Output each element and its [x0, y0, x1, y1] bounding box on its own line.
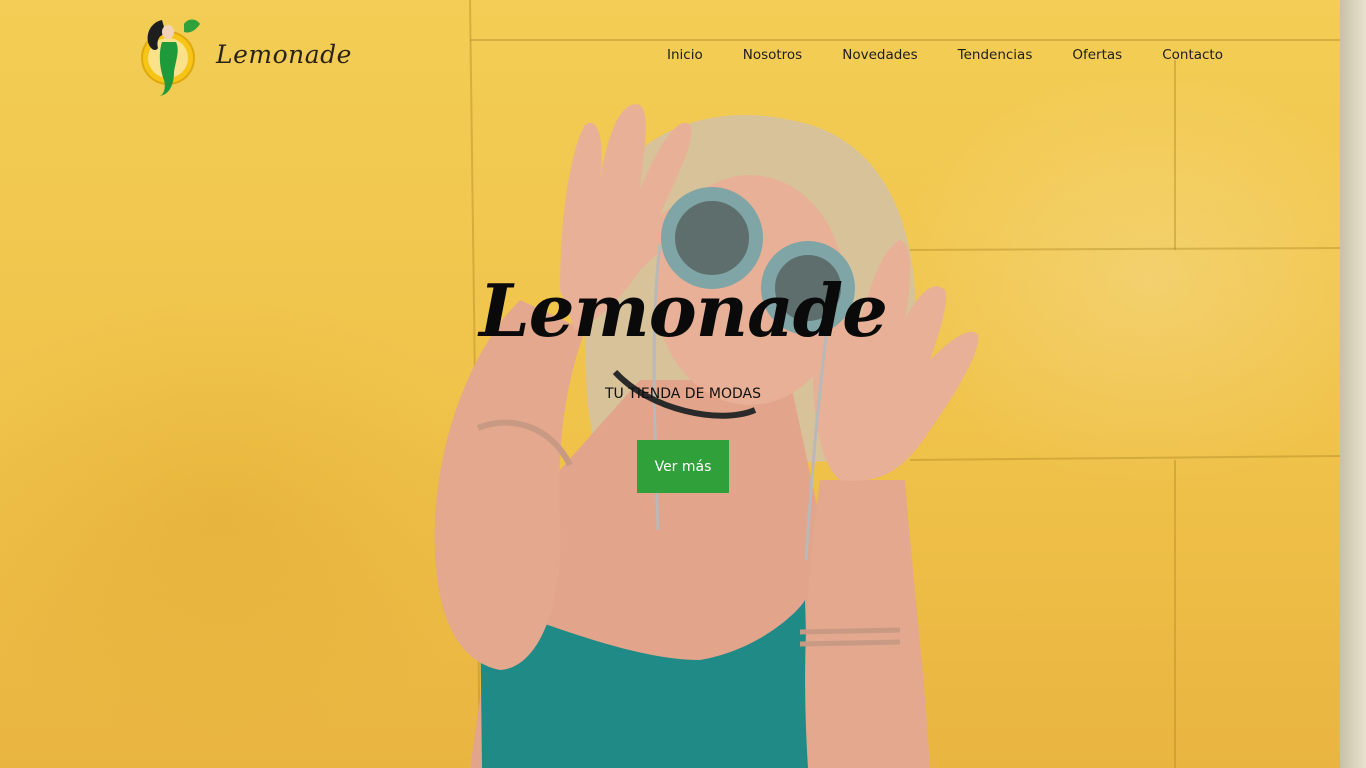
- hero-background: [0, 0, 1366, 768]
- brand-logo[interactable]: Lemonade: [140, 14, 351, 98]
- hero-subtitle: TU TIENDA DE MODAS: [605, 386, 761, 402]
- nav-item-ofertas[interactable]: Ofertas: [1072, 47, 1122, 67]
- brand-name: Lemonade: [216, 40, 352, 69]
- hero-title: Lemonade: [479, 268, 888, 353]
- model-photo: [434, 104, 979, 768]
- nav-item-contacto[interactable]: Contacto: [1162, 47, 1223, 67]
- ver-mas-button[interactable]: Ver más: [637, 440, 729, 493]
- nav-item-tendencias[interactable]: Tendencias: [958, 47, 1033, 67]
- nav-item-inicio[interactable]: Inicio: [667, 47, 703, 67]
- nav-item-novedades[interactable]: Novedades: [842, 47, 917, 67]
- main-navigation: Inicio Nosotros Novedades Tendencias Ofe…: [667, 47, 1223, 67]
- lemon-woman-icon: [141, 19, 200, 96]
- nav-item-nosotros[interactable]: Nosotros: [743, 47, 803, 67]
